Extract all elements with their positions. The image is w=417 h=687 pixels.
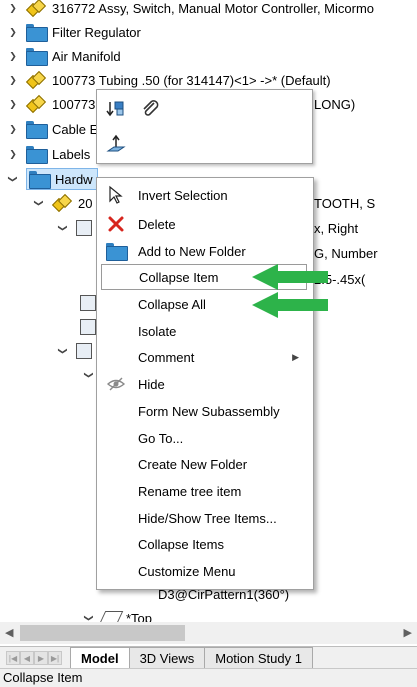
- tab-motion-study[interactable]: Motion Study 1: [204, 647, 313, 668]
- folder-icon: [26, 121, 48, 139]
- collapse-arrow-icon[interactable]: ❯: [34, 198, 45, 208]
- delete-x-icon: [105, 213, 127, 235]
- collapse-arrow-icon[interactable]: ❯: [84, 613, 95, 622]
- expand-arrow-icon[interactable]: ❯: [8, 51, 18, 61]
- tree-item-label-right: TOOTH, S: [314, 195, 376, 211]
- first-tab-icon[interactable]: |◀: [6, 651, 20, 665]
- tab-nav-buttons: |◀ ◀ ▶ ▶|: [6, 651, 62, 665]
- menu-item-hide-show-tree-items[interactable]: Hide/Show Tree Items...: [97, 505, 313, 531]
- tree-item-label: Cable E: [52, 121, 99, 137]
- cursor-icon: [105, 184, 127, 206]
- folder-icon: [26, 24, 48, 42]
- context-toolbar: [96, 89, 313, 164]
- menu-item-hide[interactable]: Hide: [97, 371, 313, 397]
- status-bar: Collapse Item: [0, 668, 417, 687]
- expand-arrow-icon[interactable]: ❯: [8, 124, 18, 134]
- expand-arrow-icon[interactable]: ❯: [8, 3, 18, 13]
- tree-item-selected[interactable]: ❯ Hardw: [8, 167, 98, 191]
- tree-item-label: Hardw: [55, 171, 93, 187]
- folder-icon: [105, 240, 128, 262]
- tree-item[interactable]: ❯ 100773: [8, 92, 95, 116]
- folder-icon: [26, 146, 48, 164]
- menu-item-create-new-folder[interactable]: Create New Folder: [97, 451, 313, 477]
- assembly-icon: [25, 70, 47, 90]
- menu-item-form-new-subassembly[interactable]: Form New Subassembly: [97, 398, 313, 424]
- tree-item[interactable]: ❯ 20: [34, 191, 92, 215]
- collapse-arrow-icon[interactable]: ❯: [8, 174, 19, 184]
- menu-item-go-to[interactable]: Go To...: [97, 425, 313, 451]
- menu-item-delete[interactable]: Delete: [97, 211, 313, 237]
- tree-item-label-right: x, Right: [314, 220, 359, 236]
- folder-icon: [29, 171, 51, 189]
- next-tab-icon[interactable]: ▶: [34, 651, 48, 665]
- horizontal-scrollbar[interactable]: ◀ ▶: [0, 622, 417, 644]
- reorder-icon[interactable]: [103, 96, 129, 122]
- context-menu: Invert Selection Delete Add to New Folde…: [96, 177, 314, 590]
- tree-item-label-right: LONG): [314, 96, 356, 112]
- expand-arrow-icon[interactable]: ❯: [8, 27, 18, 37]
- menu-item-isolate[interactable]: Isolate: [97, 318, 313, 344]
- annotation-arrow-icon: [252, 292, 328, 318]
- folder-icon: [26, 48, 48, 66]
- tab-3d-views[interactable]: 3D Views: [128, 647, 206, 668]
- expand-arrow-icon[interactable]: ❯: [8, 75, 18, 85]
- tree-item[interactable]: ❯: [58, 339, 98, 363]
- part-icon: [76, 220, 92, 236]
- annotation-icon: [76, 343, 92, 359]
- tab-bar: |◀ ◀ ▶ ▶| Model 3D Views Motion Study 1: [0, 646, 417, 668]
- plane-icon: [98, 611, 124, 622]
- eye-hidden-icon: [105, 373, 127, 395]
- tree-item-label: Labels: [52, 146, 91, 162]
- scroll-thumb[interactable]: [20, 625, 185, 641]
- menu-item-add-to-new-folder[interactable]: Add to New Folder: [97, 238, 313, 264]
- collapse-arrow-icon[interactable]: ❯: [84, 370, 95, 380]
- paperclip-icon[interactable]: [137, 96, 163, 122]
- expand-arrow-icon[interactable]: ❯: [8, 99, 18, 109]
- assembly-icon: [51, 193, 73, 213]
- sensor-icon: [80, 319, 96, 335]
- tree-item-label: 100773 Tubing .50 (for 314147)<1> ->* (D…: [52, 72, 331, 88]
- scroll-right-icon[interactable]: ▶: [404, 626, 412, 639]
- tree-item-label: *Top: [126, 610, 153, 623]
- tree-item[interactable]: ❯: [58, 216, 98, 240]
- tree-item[interactable]: ❯ Air Manifold: [8, 44, 121, 68]
- collapse-arrow-icon[interactable]: ❯: [58, 223, 69, 233]
- tree-item-label: Filter Regulator: [52, 24, 141, 40]
- tree-item-label: 100773: [52, 96, 96, 112]
- annotation-arrow-icon: [252, 264, 328, 290]
- menu-item-invert-selection[interactable]: Invert Selection: [97, 182, 313, 208]
- tree-item[interactable]: ❯ Cable E: [8, 117, 98, 141]
- tree-item[interactable]: ❯ Labels: [8, 142, 90, 166]
- prev-tab-icon[interactable]: ◀: [20, 651, 34, 665]
- last-tab-icon[interactable]: ▶|: [48, 651, 62, 665]
- tree-item-label: 316772 Assy, Switch, Manual Motor Contro…: [52, 0, 375, 16]
- tab-model[interactable]: Model: [70, 647, 130, 668]
- tree-item[interactable]: ❯ Filter Regulator: [8, 20, 141, 44]
- scroll-left-icon[interactable]: ◀: [5, 626, 13, 639]
- menu-item-rename-tree-item[interactable]: Rename tree item: [97, 478, 313, 504]
- menu-item-comment[interactable]: Comment ▶: [97, 344, 313, 370]
- collapse-arrow-icon[interactable]: ❯: [58, 346, 69, 356]
- plane-normal-icon[interactable]: [103, 132, 129, 158]
- menu-item-customize-menu[interactable]: Customize Menu: [97, 558, 313, 584]
- tree-item-label: 20: [78, 195, 93, 211]
- expand-arrow-icon[interactable]: ❯: [8, 149, 18, 159]
- submenu-arrow-icon: ▶: [292, 351, 299, 362]
- assembly-icon: [25, 94, 47, 114]
- assembly-icon: [25, 0, 47, 18]
- tree-item-label: Air Manifold: [52, 48, 121, 64]
- mate-icon: [80, 295, 96, 311]
- tree-item[interactable]: ❯ *Top: [84, 606, 152, 622]
- tree-item[interactable]: ❯ 316772 Assy, Switch, Manual Motor Cont…: [8, 0, 374, 20]
- menu-item-collapse-items[interactable]: Collapse Items: [97, 531, 313, 557]
